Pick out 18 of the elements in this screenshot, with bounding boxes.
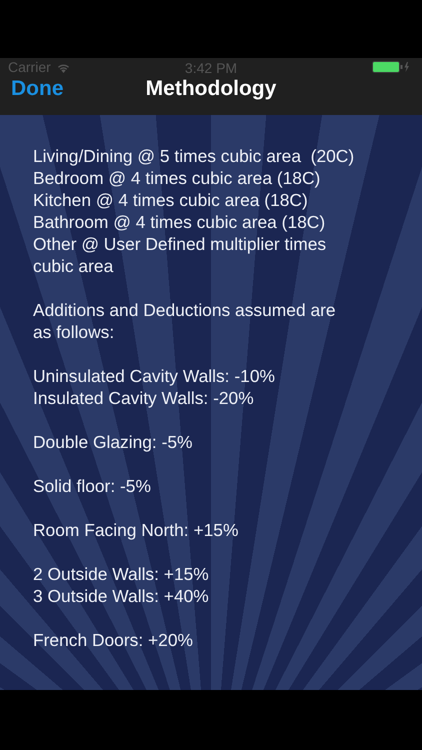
done-button[interactable]: Done: [0, 76, 64, 102]
screen-title: Methodology: [146, 76, 276, 102]
wifi-icon: [56, 62, 71, 72]
methodology-line: Kitchen @ 4 times cubic area (18C): [33, 189, 309, 211]
methodology-line: 3 Outside Walls: +40%: [33, 585, 210, 607]
methodology-line: Room Facing North: +15%: [33, 519, 240, 541]
methodology-line: French Doors: +20%: [33, 629, 194, 651]
methodology-line: Additions and Deductions assumed are as follows:: [33, 299, 337, 343]
methodology-line: Bedroom @ 4 times cubic area (18C): [33, 167, 322, 189]
methodology-line: 2 Outside Walls: +15%: [33, 563, 210, 585]
methodology-line: Double Glazing: -5%: [33, 431, 194, 453]
methodology-line: Uninsulated Cavity Walls: -10%: [33, 365, 276, 387]
methodology-line: Bathroom @ 4 times cubic area (18C): [33, 211, 326, 233]
methodology-line: Solid floor: -5%: [33, 475, 152, 497]
methodology-line: Other @ User Defined multiplier times cubic area: [33, 233, 328, 277]
methodology-line: Insulated Cavity Walls: -20%: [33, 387, 255, 409]
methodology-line: Living/Dining @ 5 times cubic area (20C): [33, 145, 356, 167]
battery-icon: [372, 61, 410, 73]
